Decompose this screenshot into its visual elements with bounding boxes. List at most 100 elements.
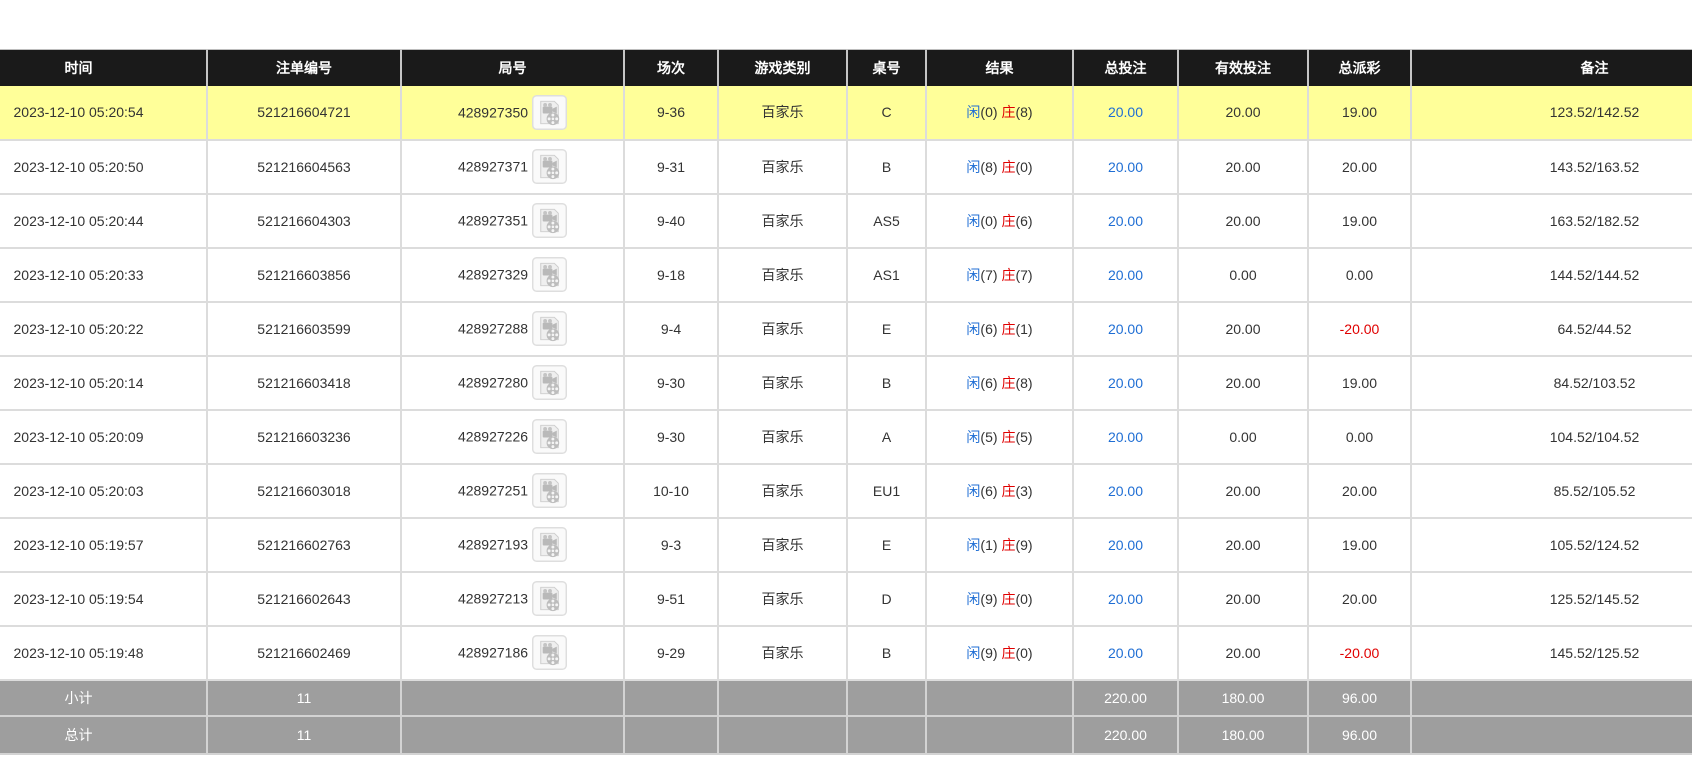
valid-bet-cell: 20.00 bbox=[1177, 138, 1309, 195]
result-cell: 闲(0) 庄(6) bbox=[925, 192, 1074, 249]
remark-cell: 104.52/104.52 bbox=[1410, 408, 1692, 465]
banker-score: (0) bbox=[1015, 590, 1033, 607]
bet-id-cell: 521216603418 bbox=[206, 354, 402, 411]
empty-cell bbox=[1410, 678, 1692, 717]
result-cell: 闲(6) 庄(3) bbox=[925, 462, 1074, 519]
result-cell: 闲(6) 庄(1) bbox=[925, 300, 1074, 357]
game-type-cell: 百家乐 bbox=[717, 354, 848, 411]
video-replay-icon[interactable] bbox=[532, 149, 567, 184]
subtotal-total-bet: 220.00 bbox=[1072, 678, 1179, 717]
player-label: 闲 bbox=[966, 536, 981, 553]
bet-row: 2023-12-10 05:20:54 521216604721 4289273… bbox=[0, 85, 1692, 141]
video-replay-icon[interactable] bbox=[532, 203, 567, 238]
video-replay-icon[interactable] bbox=[532, 473, 567, 508]
banker-label: 庄 bbox=[1001, 644, 1016, 661]
game-type-cell: 百家乐 bbox=[717, 138, 848, 195]
round-number: 428927280 bbox=[457, 374, 529, 391]
valid-bet-cell: 20.00 bbox=[1177, 300, 1309, 357]
remark-cell: 123.52/142.52 bbox=[1410, 85, 1692, 141]
round-number: 428927251 bbox=[457, 482, 529, 499]
video-replay-icon[interactable] bbox=[532, 95, 567, 130]
empty-cell bbox=[925, 678, 1074, 717]
remark-cell: 145.52/125.52 bbox=[1410, 624, 1692, 681]
bet-id-cell: 521216603856 bbox=[206, 246, 402, 303]
bet-id-cell: 521216604303 bbox=[206, 192, 402, 249]
round-cell: 428927226 bbox=[400, 408, 625, 465]
table-cell: EU1 bbox=[846, 462, 927, 519]
bet-row: 2023-12-10 05:19:54 521216602643 4289272… bbox=[0, 570, 1692, 627]
session-cell: 9-31 bbox=[623, 138, 719, 195]
valid-bet-cell: 20.00 bbox=[1177, 462, 1309, 519]
subtotal-row: 小计 11 220.00 180.00 96.00 bbox=[0, 678, 1692, 717]
bet-row: 2023-12-10 05:20:33 521216603856 4289273… bbox=[0, 246, 1692, 303]
player-label: 闲 bbox=[966, 644, 981, 661]
video-replay-icon[interactable] bbox=[532, 311, 567, 346]
banker-label: 庄 bbox=[1001, 212, 1016, 229]
remark-cell: 85.52/105.52 bbox=[1410, 462, 1692, 519]
banker-score: (8) bbox=[1015, 104, 1033, 120]
round-number: 428927193 bbox=[457, 536, 529, 553]
remark-cell: 105.52/124.52 bbox=[1410, 516, 1692, 573]
player-score: (6) bbox=[980, 482, 998, 499]
banker-score: (6) bbox=[1015, 212, 1033, 229]
round-number: 428927213 bbox=[457, 590, 529, 607]
bet-id-cell: 521216603599 bbox=[206, 300, 402, 357]
player-label: 闲 bbox=[966, 212, 981, 229]
valid-bet-cell: 0.00 bbox=[1177, 408, 1309, 465]
subtotal-label: 小计 bbox=[0, 678, 208, 717]
game-type-cell: 百家乐 bbox=[717, 516, 848, 573]
col-header-remark: 备注 bbox=[1410, 49, 1692, 86]
time-cell: 2023-12-10 05:20:22 bbox=[0, 300, 208, 357]
video-replay-icon[interactable] bbox=[532, 365, 567, 400]
round-cell: 428927193 bbox=[400, 516, 625, 573]
video-replay-icon[interactable] bbox=[532, 527, 567, 562]
empty-cell bbox=[846, 714, 927, 755]
valid-bet-cell: 20.00 bbox=[1177, 354, 1309, 411]
total-bet-cell: 20.00 bbox=[1072, 192, 1179, 249]
time-cell: 2023-12-10 05:20:54 bbox=[0, 85, 208, 141]
video-replay-icon[interactable] bbox=[532, 257, 567, 292]
valid-bet-cell: 20.00 bbox=[1177, 85, 1309, 141]
banker-label: 庄 bbox=[1001, 104, 1016, 120]
result-cell: 闲(0) 庄(8) bbox=[925, 85, 1074, 141]
player-score: (9) bbox=[980, 644, 998, 661]
time-cell: 2023-12-10 05:19:48 bbox=[0, 624, 208, 681]
game-type-cell: 百家乐 bbox=[717, 408, 848, 465]
table-cell: E bbox=[846, 300, 927, 357]
table-cell: D bbox=[846, 570, 927, 627]
grand-total-valid-bet: 180.00 bbox=[1177, 714, 1309, 755]
bet-id-cell: 521216604721 bbox=[206, 85, 402, 141]
bet-id-cell: 521216602469 bbox=[206, 624, 402, 681]
table-cell: B bbox=[846, 138, 927, 195]
game-type-cell: 百家乐 bbox=[717, 300, 848, 357]
player-score: (0) bbox=[980, 212, 998, 229]
result-cell: 闲(8) 庄(0) bbox=[925, 138, 1074, 195]
banker-score: (1) bbox=[1015, 320, 1033, 337]
remark-cell: 163.52/182.52 bbox=[1410, 192, 1692, 249]
round-cell: 428927371 bbox=[400, 138, 625, 195]
bet-history-table-container: 时间 注单编号 局号 场次 游戏类别 桌号 结果 总投注 有效投注 总派彩 备注… bbox=[0, 49, 1692, 755]
video-replay-icon[interactable] bbox=[532, 581, 567, 616]
empty-cell bbox=[1410, 714, 1692, 755]
time-cell: 2023-12-10 05:20:03 bbox=[0, 462, 208, 519]
valid-bet-cell: 20.00 bbox=[1177, 570, 1309, 627]
player-label: 闲 bbox=[966, 374, 981, 391]
total-bet-cell: 20.00 bbox=[1072, 246, 1179, 303]
payout-cell: 19.00 bbox=[1307, 192, 1412, 249]
empty-cell bbox=[623, 714, 719, 755]
time-cell: 2023-12-10 05:20:33 bbox=[0, 246, 208, 303]
payout-cell: 20.00 bbox=[1307, 138, 1412, 195]
valid-bet-cell: 20.00 bbox=[1177, 192, 1309, 249]
col-header-result: 结果 bbox=[925, 49, 1074, 86]
video-replay-icon[interactable] bbox=[532, 419, 567, 454]
total-bet-cell: 20.00 bbox=[1072, 354, 1179, 411]
payout-cell: 19.00 bbox=[1307, 516, 1412, 573]
payout-cell: 0.00 bbox=[1307, 408, 1412, 465]
banker-label: 庄 bbox=[1001, 320, 1016, 337]
bet-row: 2023-12-10 05:20:03 521216603018 4289272… bbox=[0, 462, 1692, 519]
grand-total-total-bet: 220.00 bbox=[1072, 714, 1179, 755]
result-cell: 闲(9) 庄(0) bbox=[925, 624, 1074, 681]
video-replay-icon[interactable] bbox=[532, 635, 567, 670]
banker-score: (8) bbox=[1015, 374, 1033, 391]
bet-row: 2023-12-10 05:20:50 521216604563 4289273… bbox=[0, 138, 1692, 195]
